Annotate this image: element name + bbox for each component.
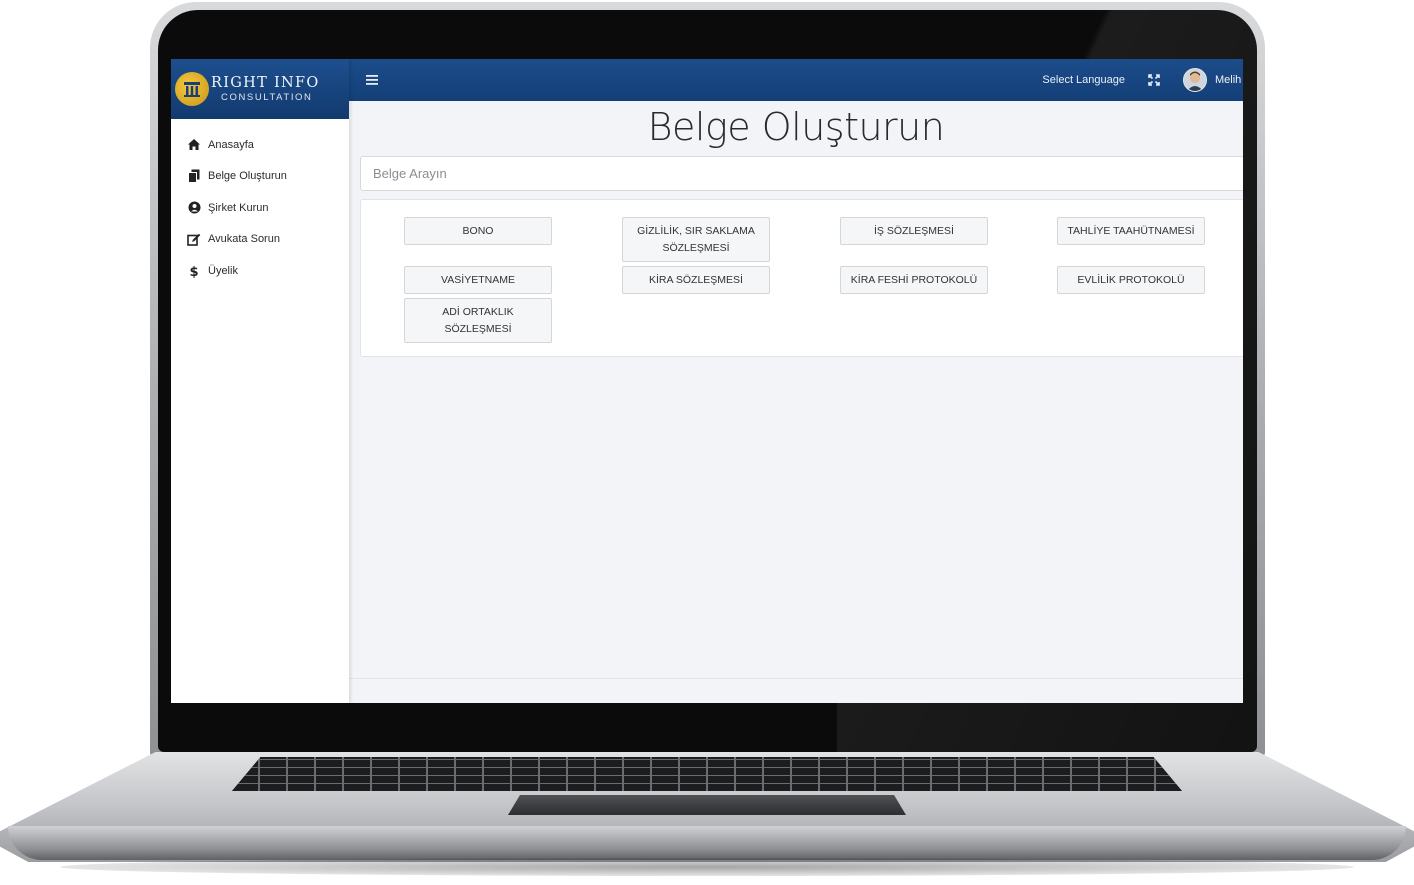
- laptop-keyboard: [232, 757, 1182, 791]
- document-list-card: BONO GİZLİLİK, SIR SAKLAMA SÖZLEŞMESİ İŞ…: [360, 199, 1243, 357]
- document-button-adi-ortaklik[interactable]: ADİ ORTAKLIK SÖZLEŞMESİ: [404, 298, 552, 343]
- topbar: Select Language Melih: [349, 59, 1243, 101]
- footer-divider: [349, 678, 1243, 679]
- svg-text:$: $: [189, 265, 198, 278]
- sidebar-item-sirket-kurun[interactable]: Şirket Kurun: [171, 192, 349, 224]
- pillar-logo-icon: [175, 72, 209, 106]
- expand-icon[interactable]: [1147, 73, 1161, 87]
- brand-logo[interactable]: RIGHT INFO CONSULTATION: [171, 59, 349, 119]
- sidebar-item-label: Üyelik: [208, 264, 238, 277]
- document-search-input[interactable]: [360, 156, 1243, 191]
- home-icon: [187, 138, 201, 152]
- sidebar-item-avukata-sorun[interactable]: Avukata Sorun: [171, 224, 349, 256]
- sidebar-item-uyelik[interactable]: $ Üyelik: [171, 255, 349, 287]
- document-button-vasiyetname[interactable]: VASİYETNAME: [404, 266, 552, 294]
- document-button-evlilik[interactable]: EVLİLİK PROTOKOLÜ: [1057, 266, 1205, 294]
- laptop-base-lip: [8, 826, 1406, 860]
- page-title: Belge Oluşturun: [647, 105, 945, 149]
- hamburger-icon[interactable]: [366, 73, 380, 87]
- sidebar-item-label: Şirket Kurun: [208, 201, 269, 214]
- app-screen: RIGHT INFO CONSULTATION Anasayfa Belge O…: [171, 59, 1243, 703]
- user-circle-icon: [187, 201, 201, 215]
- dollar-icon: $: [187, 264, 201, 278]
- main-content: Belge Oluşturun BONO GİZLİLİK, SIR SAKLA…: [349, 101, 1243, 703]
- sidebar-item-anasayfa[interactable]: Anasayfa: [171, 129, 349, 161]
- sidebar-item-label: Anasayfa: [208, 138, 254, 151]
- document-button-gizlilik[interactable]: GİZLİLİK, SIR SAKLAMA SÖZLEŞMESİ: [622, 217, 770, 262]
- brand-subtitle: CONSULTATION: [221, 91, 313, 103]
- document-button-is-sozlesmesi[interactable]: İŞ SÖZLEŞMESİ: [840, 217, 988, 245]
- select-language-link[interactable]: Select Language: [1042, 74, 1125, 86]
- document-button-kira-sozlesmesi[interactable]: KİRA SÖZLEŞMESİ: [622, 266, 770, 294]
- sidebar-item-label: Belge Oluşturun: [208, 170, 287, 183]
- sidebar-item-label: Avukata Sorun: [208, 233, 280, 246]
- copy-icon: [187, 169, 201, 184]
- user-name[interactable]: Melih: [1215, 74, 1243, 86]
- sidebar-item-belge-olusturun[interactable]: Belge Oluşturun: [171, 161, 349, 193]
- laptop-trackpad: [508, 795, 906, 815]
- sidebar-nav: Anasayfa Belge Oluşturun Şirket Kurun Av…: [171, 119, 349, 287]
- sidebar: RIGHT INFO CONSULTATION Anasayfa Belge O…: [171, 59, 349, 703]
- laptop-shadow: [60, 858, 1354, 876]
- edit-icon: [187, 232, 201, 246]
- brand-title: RIGHT INFO: [211, 75, 320, 91]
- user-avatar[interactable]: [1183, 68, 1207, 92]
- document-button-tahliye[interactable]: TAHLİYE TAAHÜTNAMESİ: [1057, 217, 1205, 245]
- document-button-bono[interactable]: BONO: [404, 217, 552, 245]
- document-button-kira-feshi[interactable]: KİRA FESHİ PROTOKOLÜ: [840, 266, 988, 294]
